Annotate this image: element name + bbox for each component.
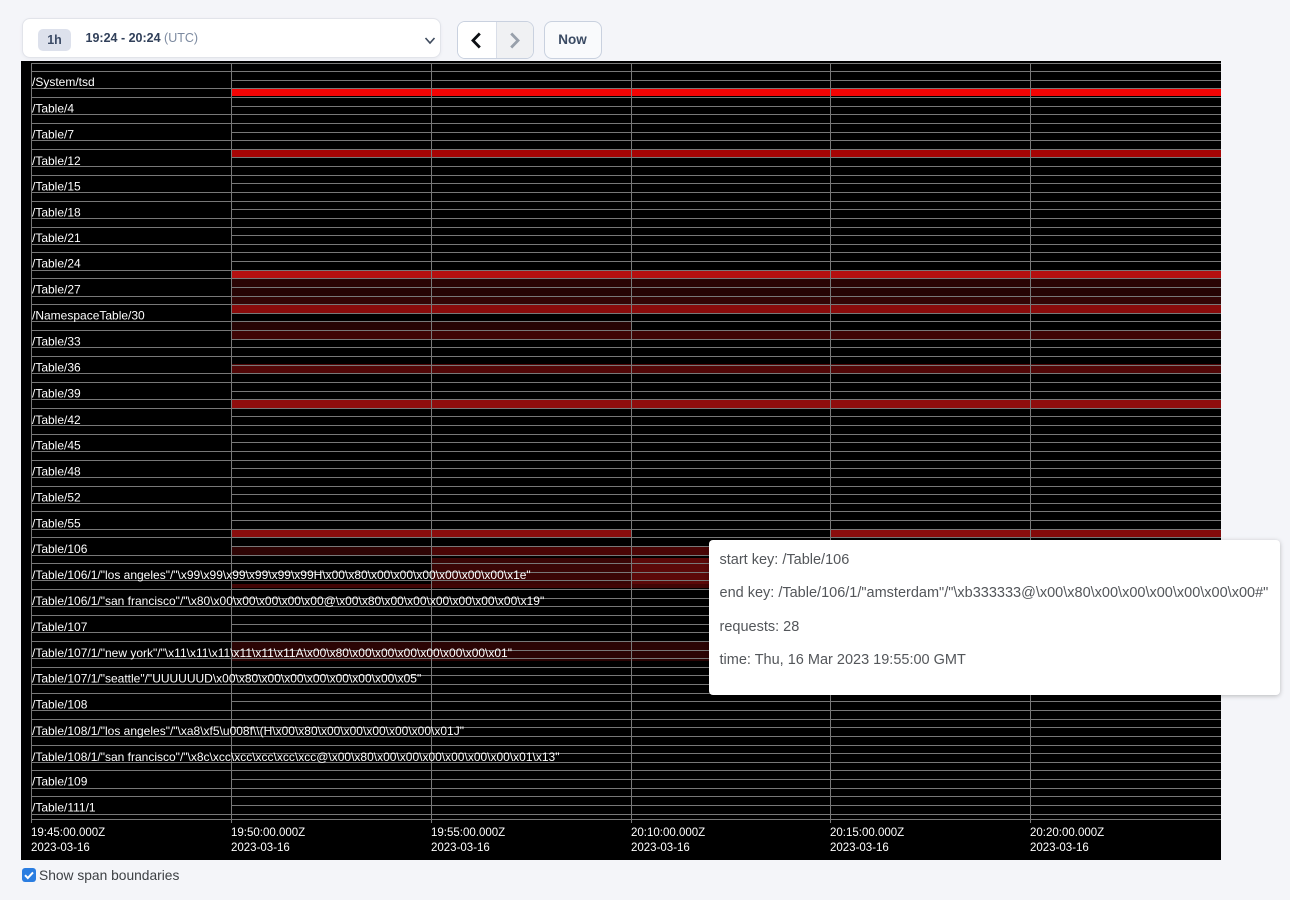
svg-text:2023-03-16: 2023-03-16 — [31, 842, 90, 854]
svg-text:/Table/107/1/"seattle"/"UUUUUU: /Table/107/1/"seattle"/"UUUUUUD\x00\x80\… — [32, 672, 421, 686]
svg-text:/Table/107/1/"new york"/"\x11\: /Table/107/1/"new york"/"\x11\x11\x11\x1… — [32, 646, 512, 660]
svg-text:2023-03-16: 2023-03-16 — [431, 842, 490, 854]
svg-text:/System/tsd: /System/tsd — [32, 75, 95, 89]
svg-text:/Table/33: /Table/33 — [32, 334, 81, 348]
svg-text:2023-03-16: 2023-03-16 — [631, 842, 690, 854]
svg-text:/Table/21: /Table/21 — [32, 231, 81, 245]
svg-text:/Table/15: /Table/15 — [32, 180, 81, 194]
svg-text:/Table/111/1: /Table/111/1 — [32, 800, 96, 814]
svg-text:20:20:00.000Z: 20:20:00.000Z — [1030, 827, 1104, 839]
svg-text:/Table/48: /Table/48 — [32, 465, 81, 479]
svg-text:/Table/106/1/"los angeles"/"\x: /Table/106/1/"los angeles"/"\x99\x99\x99… — [32, 568, 531, 582]
svg-text:20:15:00.000Z: 20:15:00.000Z — [830, 827, 904, 839]
svg-text:/Table/12: /Table/12 — [32, 154, 81, 168]
svg-text:/Table/27: /Table/27 — [32, 283, 81, 297]
svg-text:19:45:00.000Z: 19:45:00.000Z — [31, 827, 105, 839]
svg-text:/Table/39: /Table/39 — [32, 387, 81, 401]
svg-text:2023-03-16: 2023-03-16 — [1030, 842, 1089, 854]
svg-text:/Table/108: /Table/108 — [32, 698, 88, 712]
svg-text:/Table/106/1/"san francisco"/": /Table/106/1/"san francisco"/"\x80\x00\x… — [32, 594, 544, 608]
svg-text:/Table/45: /Table/45 — [32, 439, 81, 453]
svg-text:/Table/7: /Table/7 — [32, 127, 74, 141]
svg-text:/Table/42: /Table/42 — [32, 413, 81, 427]
svg-text:19:50:00.000Z: 19:50:00.000Z — [231, 827, 305, 839]
svg-text:/Table/4: /Table/4 — [32, 101, 74, 115]
svg-text:2023-03-16: 2023-03-16 — [830, 842, 889, 854]
svg-text:/Table/55: /Table/55 — [32, 516, 81, 530]
svg-text:/Table/52: /Table/52 — [32, 490, 81, 504]
svg-text:/Table/106: /Table/106 — [32, 542, 88, 556]
svg-text:/Table/36: /Table/36 — [32, 360, 81, 374]
svg-text:/Table/107: /Table/107 — [32, 620, 88, 634]
svg-text:/Table/18: /Table/18 — [32, 205, 81, 219]
svg-text:20:10:00.000Z: 20:10:00.000Z — [631, 827, 705, 839]
svg-text:/Table/108/1/"los angeles"/"\x: /Table/108/1/"los angeles"/"\xa8\xf5\u00… — [32, 724, 464, 738]
svg-text:19:55:00.000Z: 19:55:00.000Z — [431, 827, 505, 839]
svg-text:/Table/108/1/"san francisco"/": /Table/108/1/"san francisco"/"\x8c\xcc\x… — [32, 750, 559, 764]
svg-text:/Table/109: /Table/109 — [32, 774, 88, 788]
svg-text:2023-03-16: 2023-03-16 — [231, 842, 290, 854]
svg-text:/Table/24: /Table/24 — [32, 257, 81, 271]
svg-text:/NamespaceTable/30: /NamespaceTable/30 — [32, 309, 145, 323]
